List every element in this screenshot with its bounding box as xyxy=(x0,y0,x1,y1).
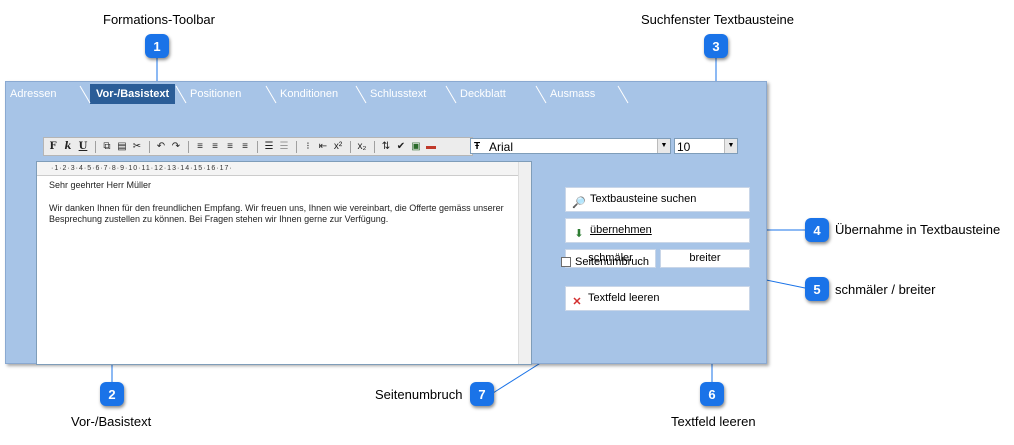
clear-textfield-label: Textfeld leeren xyxy=(588,292,660,304)
font-type-icon: Ŧ xyxy=(474,141,481,152)
chevron-down-icon[interactable]: ▼ xyxy=(724,139,737,153)
redo-icon[interactable]: ↷ xyxy=(169,140,183,154)
format-toolbar: F k U ⧉ ▤ ✂ ↶ ↷ ≡ ≡ ≡ ≡ ☰ ☰ ⁝ ⇤ x² x₂ ⇅ … xyxy=(43,137,473,156)
callout-label-clear: Textfeld leeren xyxy=(671,414,756,429)
italic-button[interactable]: k xyxy=(61,140,75,154)
editor-line: Wir danken Ihnen für den freundlichen Em… xyxy=(49,203,504,213)
copy-icon[interactable]: ⧉ xyxy=(100,140,114,154)
take-over-label: übernehmen xyxy=(590,224,652,236)
toolbar-separator xyxy=(149,140,150,153)
callout-badge-5: 5 xyxy=(805,277,829,301)
callout-label-pagebreak: Seitenumbruch xyxy=(375,387,463,402)
checkbox-box[interactable] xyxy=(561,257,571,267)
toolbar-separator xyxy=(95,140,96,153)
outdent-icon[interactable]: ⇤ xyxy=(316,140,330,154)
paste-icon[interactable]: ▤ xyxy=(115,140,129,154)
image-icon[interactable]: ▣ xyxy=(409,140,423,154)
callout-label-width: schmäler / breiter xyxy=(835,282,936,297)
callout-badge-2: 2 xyxy=(100,382,124,406)
font-select[interactable]: Ŧ Arial ▼ xyxy=(470,138,671,154)
font-select-value: Arial xyxy=(489,140,514,154)
align-center-icon[interactable]: ≡ xyxy=(208,140,222,154)
wider-label: breiter xyxy=(689,252,721,264)
toolbar-separator xyxy=(350,140,351,153)
vertical-scrollbar[interactable] xyxy=(518,162,531,364)
bold-button[interactable]: F xyxy=(46,140,60,154)
tab-dividers xyxy=(79,85,629,104)
callout-badge-7: 7 xyxy=(470,382,494,406)
base-text-editor[interactable]: ·1·2·3·4·5·6·7·8·9·10·11·12·13·14·15·16·… xyxy=(36,161,532,365)
callout-label-search: Suchfenster Textbausteine xyxy=(641,12,794,27)
search-textblocks-label: Textbausteine suchen xyxy=(590,193,697,205)
callout-label-take: Übernahme in Textbausteine xyxy=(835,222,1001,237)
ruler: ·1·2·3·4·5·6·7·8·9·10·11·12·13·14·15·16·… xyxy=(37,162,519,176)
toolbar-separator xyxy=(188,140,189,153)
wider-button[interactable]: breiter xyxy=(660,249,750,268)
undo-icon[interactable]: ↶ xyxy=(154,140,168,154)
clear-textfield-button[interactable]: ✕ Textfeld leeren xyxy=(565,286,750,311)
align-justify-icon[interactable]: ≡ xyxy=(238,140,252,154)
search-icon: 🔎 xyxy=(572,197,586,210)
indent-list-icon[interactable]: ☰ xyxy=(277,140,291,154)
search-textblocks-button[interactable]: 🔎 Textbausteine suchen xyxy=(565,187,750,212)
cut-icon[interactable]: ✂ xyxy=(130,140,144,154)
callout-badge-3: 3 xyxy=(704,34,728,58)
toolbar-separator xyxy=(374,140,375,153)
callout-label-toolbar: Formations-Toolbar xyxy=(103,12,215,27)
editor-line: Besprechung zustellen zu können. Bei Fra… xyxy=(49,214,389,224)
editor-window: Adressen Vor-/Basistext Positionen Kondi… xyxy=(5,81,767,365)
find-replace-icon[interactable]: ⇅ xyxy=(379,140,393,154)
callout-badge-4: 4 xyxy=(805,218,829,242)
font-size-value: 10 xyxy=(677,140,691,154)
numbered-list-icon[interactable]: ⁝ xyxy=(301,140,315,154)
spellcheck-icon[interactable]: ✔ xyxy=(394,140,408,154)
editor-line: Sehr geehrter Herr Müller xyxy=(49,180,152,190)
callout-label-basetext: Vor-/Basistext xyxy=(71,414,152,429)
page-break-checkbox[interactable]: Seitenumbruch xyxy=(561,256,649,268)
page-break-label: Seitenumbruch xyxy=(575,256,649,268)
align-left-icon[interactable]: ≡ xyxy=(193,140,207,154)
tab-bar: Adressen Vor-/Basistext Positionen Kondi… xyxy=(6,82,766,104)
callout-badge-6: 6 xyxy=(700,382,724,406)
callout-badge-1: 1 xyxy=(145,34,169,58)
toolbar-separator xyxy=(296,140,297,153)
align-right-icon[interactable]: ≡ xyxy=(223,140,237,154)
underline-button[interactable]: U xyxy=(76,140,90,154)
toolbar-separator xyxy=(257,140,258,153)
chevron-down-icon[interactable]: ▼ xyxy=(657,139,670,153)
insert-icon: ⬇ xyxy=(574,228,584,241)
bullet-list-icon[interactable]: ☰ xyxy=(262,140,276,154)
color-icon[interactable]: ▬ xyxy=(424,140,438,154)
close-icon: ✕ xyxy=(572,296,582,309)
subscript-icon[interactable]: x₂ xyxy=(355,140,369,154)
font-size-select[interactable]: 10 ▼ xyxy=(674,138,738,154)
superscript-icon[interactable]: x² xyxy=(331,140,345,154)
take-over-button[interactable]: ⬇ übernehmen xyxy=(565,218,750,243)
